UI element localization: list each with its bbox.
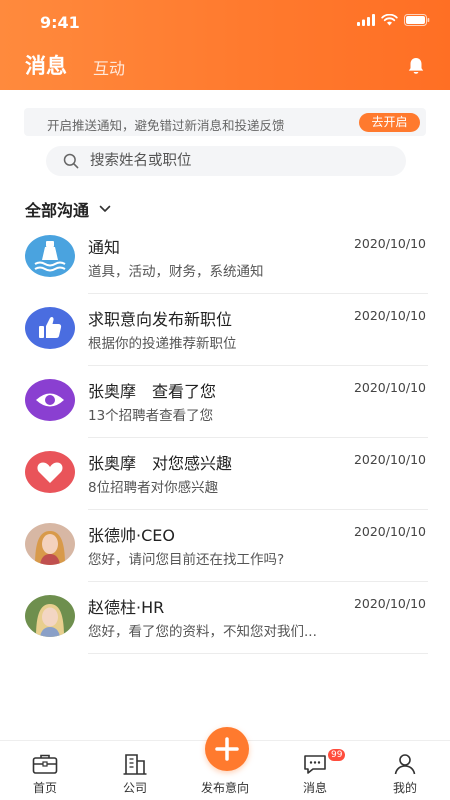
header-nav: 消息 互动 bbox=[0, 50, 450, 82]
list-item-subtitle: 您好，看了您的资料，不知您对我们... bbox=[88, 624, 317, 640]
list-item-subtitle: 13个招聘者查看了您 bbox=[88, 408, 214, 424]
chevron-down-icon bbox=[99, 205, 111, 212]
list-item-title: 通知 bbox=[88, 238, 121, 257]
post-intent-button[interactable] bbox=[205, 727, 249, 771]
plus-icon bbox=[215, 737, 239, 761]
list-item-chat-ceo[interactable]: 张德帅·CEO 2020/10/10 您好，请问您目前还在找工作吗? bbox=[0, 510, 450, 582]
conversation-filter[interactable]: 全部沟通 bbox=[25, 197, 111, 221]
divider bbox=[88, 653, 428, 654]
tab-company[interactable]: 公司 bbox=[90, 741, 180, 800]
list-item-subtitle: 您好，请问您目前还在找工作吗? bbox=[88, 552, 285, 568]
list-item-new-jobs[interactable]: 求职意向发布新职位 2020/10/10 根据你的投递推荐新职位 bbox=[0, 294, 450, 366]
list-item-date: 2020/10/10 bbox=[353, 524, 426, 539]
list-item-notification[interactable]: 通知 2020/10/10 道具，活动，财务，系统通知 bbox=[0, 222, 450, 294]
push-notice-banner: 开启推送通知，避免错过新消息和投递反馈 去开启 bbox=[24, 108, 426, 136]
search-input[interactable] bbox=[90, 149, 390, 173]
list-item-date: 2020/10/10 bbox=[353, 596, 426, 611]
list-item-title: 张奥摩 查看了您 bbox=[88, 382, 217, 401]
user-avatar-photo bbox=[25, 595, 75, 637]
list-item-date: 2020/10/10 bbox=[353, 308, 426, 323]
tab-messages-label: 消息 bbox=[302, 781, 327, 795]
avatar bbox=[25, 523, 75, 565]
status-icons bbox=[357, 14, 430, 26]
list-item-subtitle: 根据你的投递推荐新职位 bbox=[88, 336, 237, 352]
tab-mine[interactable]: 我的 bbox=[360, 741, 450, 800]
list-item-subtitle: 8位招聘者对你感兴趣 bbox=[88, 480, 219, 496]
list-item-subtitle: 道具，活动，财务，系统通知 bbox=[88, 264, 264, 280]
status-time: 9:41 bbox=[40, 13, 80, 32]
tab-post-label: 发布意向 bbox=[200, 781, 249, 795]
tab-home-label: 首页 bbox=[32, 781, 57, 795]
avatar bbox=[25, 595, 75, 637]
avatar bbox=[25, 379, 75, 421]
wifi-icon bbox=[381, 14, 398, 26]
status-bar: 9:41 bbox=[0, 0, 450, 44]
briefcase-icon bbox=[32, 754, 58, 774]
list-item-viewed-me[interactable]: 张奥摩 查看了您 2020/10/10 13个招聘者查看了您 bbox=[0, 366, 450, 438]
list-item-chat-hr[interactable]: 赵德柱·HR 2020/10/10 您好，看了您的资料，不知您对我们... bbox=[0, 582, 450, 654]
building-icon bbox=[123, 754, 147, 775]
avatar bbox=[25, 235, 75, 277]
list-item-interested[interactable]: 张奥摩 对您感兴趣 2020/10/10 8位招聘者对你感兴趣 bbox=[0, 438, 450, 510]
app-header: 9:41 消息 互动 bbox=[0, 0, 450, 90]
signal-icon bbox=[357, 14, 375, 26]
push-notice-text: 开启推送通知，避免错过新消息和投递反馈 bbox=[47, 118, 285, 133]
tab-messages[interactable]: 消息 bbox=[25, 50, 67, 80]
list-item-title: 张德帅·CEO bbox=[88, 526, 175, 545]
avatar bbox=[25, 307, 75, 349]
user-icon bbox=[394, 754, 416, 775]
filter-label: 全部沟通 bbox=[25, 201, 90, 220]
bottle-icon bbox=[25, 235, 75, 277]
eye-icon bbox=[25, 379, 75, 421]
enable-push-button[interactable]: 去开启 bbox=[359, 113, 420, 132]
battery-icon bbox=[404, 14, 430, 26]
list-item-date: 2020/10/10 bbox=[353, 380, 426, 395]
list-item-title: 赵德柱·HR bbox=[88, 598, 165, 617]
list-item-title: 求职意向发布新职位 bbox=[88, 310, 233, 329]
tab-company-label: 公司 bbox=[122, 781, 147, 795]
list-item-date: 2020/10/10 bbox=[353, 452, 426, 467]
bell-icon[interactable] bbox=[405, 55, 427, 77]
user-avatar-photo bbox=[25, 523, 75, 565]
chat-icon bbox=[304, 755, 326, 774]
avatar bbox=[25, 451, 75, 493]
list-item-title: 张奥摩 对您感兴趣 bbox=[88, 454, 233, 473]
tab-interaction[interactable]: 互动 bbox=[93, 55, 125, 79]
search-bar[interactable] bbox=[46, 146, 406, 176]
tab-mine-label: 我的 bbox=[392, 781, 417, 795]
list-item-date: 2020/10/10 bbox=[353, 236, 426, 251]
tab-home[interactable]: 首页 bbox=[0, 741, 90, 800]
unread-badge: 99 bbox=[328, 749, 346, 761]
heart-icon bbox=[25, 451, 75, 493]
tab-messages-bottom[interactable]: 消息 bbox=[270, 741, 360, 800]
thumbs-up-icon bbox=[25, 307, 75, 349]
search-icon bbox=[63, 153, 79, 169]
